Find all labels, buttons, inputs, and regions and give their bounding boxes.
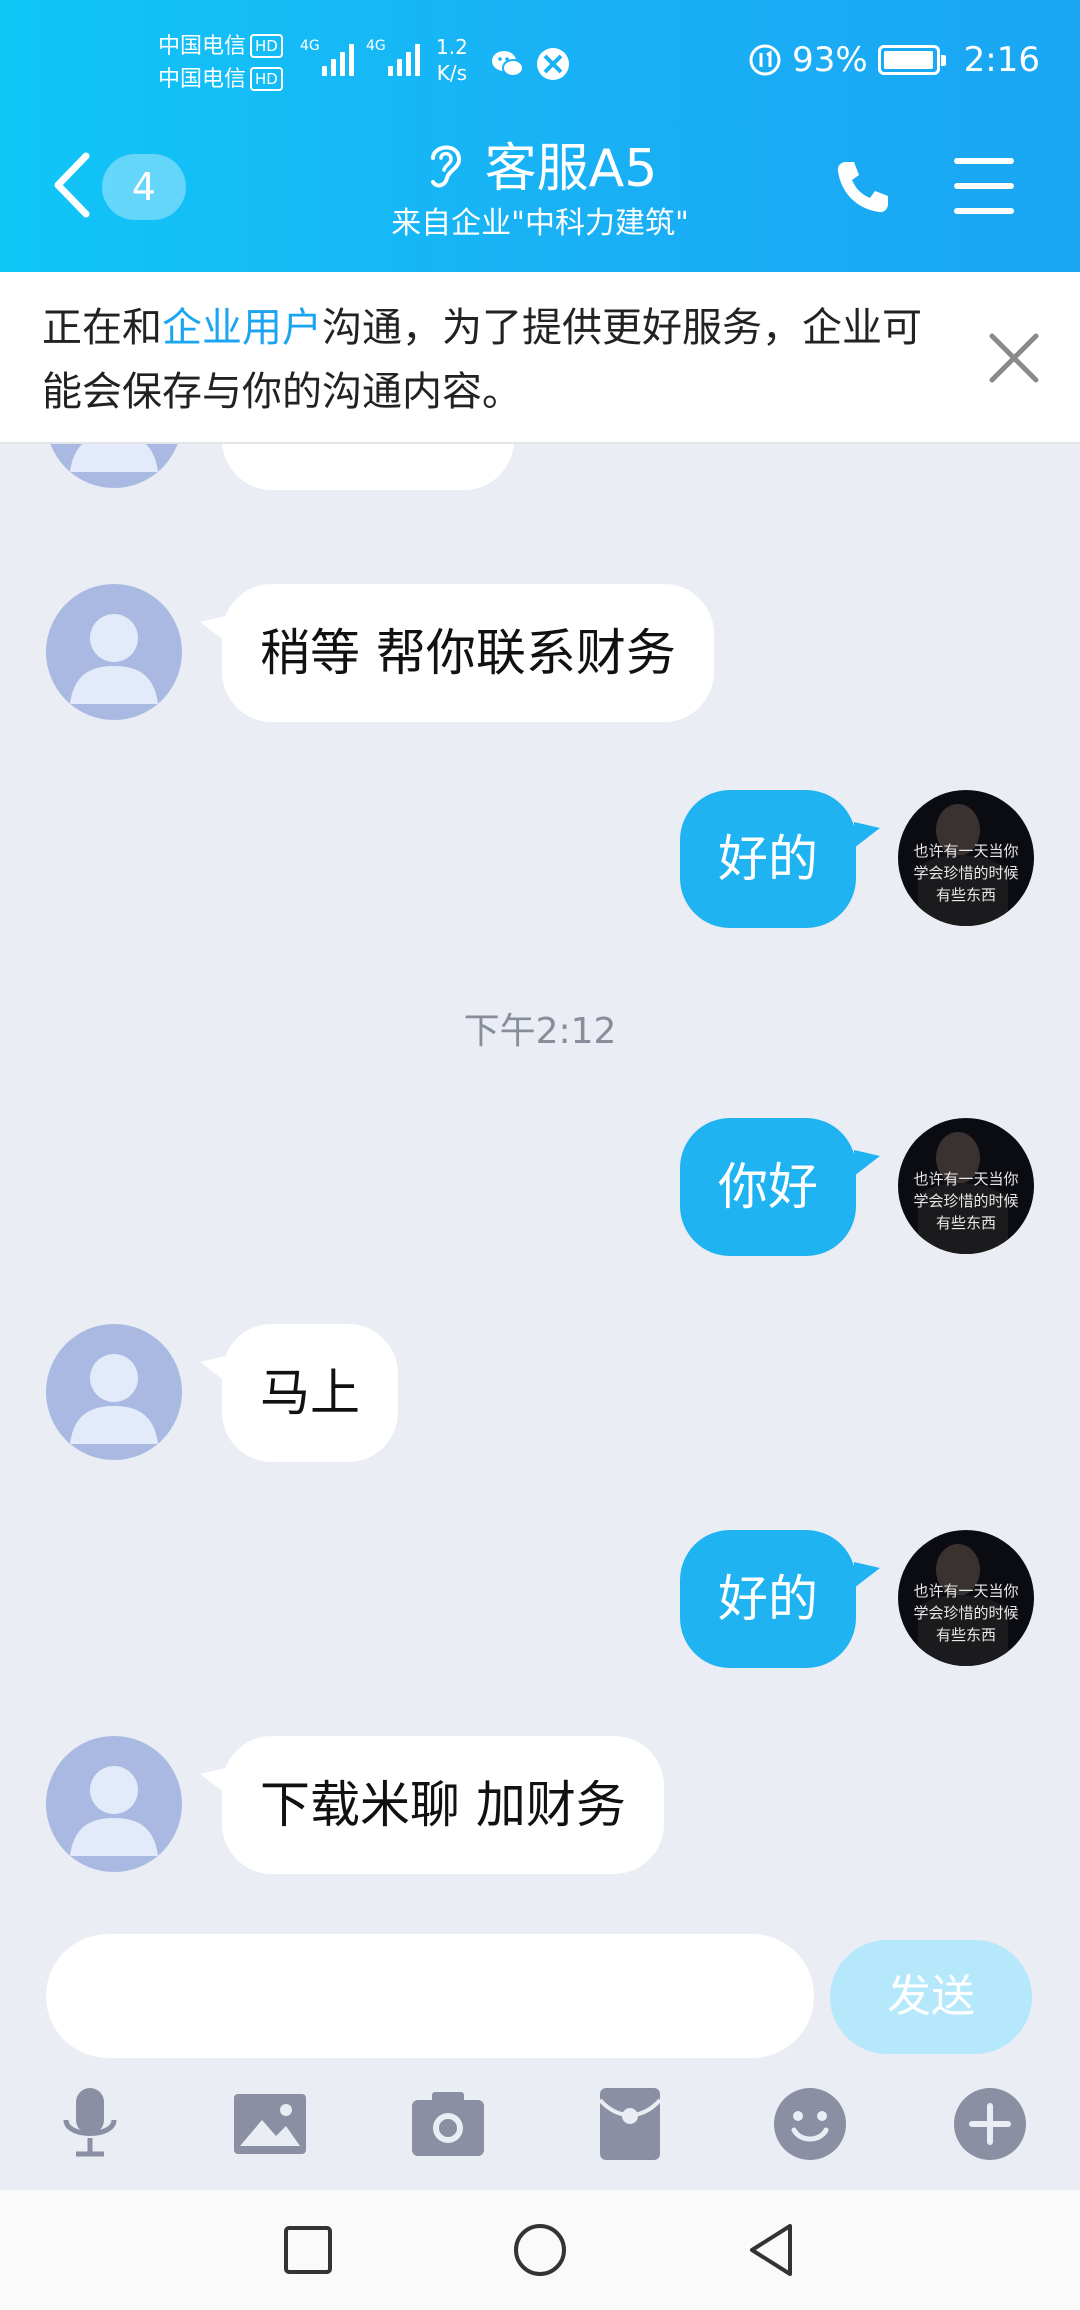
network-type-label: 4G (300, 38, 320, 54)
default-avatar-icon (70, 1354, 158, 1444)
svg-text:也许有一天当你: 也许有一天当你 (913, 1582, 1018, 1600)
page-title: 客服A5 (0, 136, 1080, 202)
default-avatar-icon (70, 444, 158, 472)
default-avatar-icon (70, 1766, 158, 1856)
svg-text:也许有一天当你: 也许有一天当你 (913, 1170, 1018, 1188)
privacy-notice: 正在和企业用户沟通，为了提供更好服务，企业可能会保存与你的沟通内容。 (0, 272, 1080, 444)
back-triangle-icon[interactable] (740, 2218, 804, 2282)
send-button[interactable]: 发送 (830, 1940, 1032, 2054)
svg-text:有些东西: 有些东西 (936, 886, 996, 904)
page-subtitle: 来自企业"中科力建筑" (391, 206, 689, 241)
timestamp: 下午2:12 (463, 1011, 617, 1052)
contact-avatar[interactable] (46, 444, 182, 488)
image-icon[interactable] (230, 2084, 310, 2164)
signal-icon (322, 40, 362, 76)
bubble-tail (854, 1150, 880, 1176)
carrier1-label: 中国电信 (158, 34, 247, 59)
close-icon[interactable] (988, 332, 1040, 384)
user-avatar-image: 也许有一天当你 学会珍惜的时候 有些东西 (913, 1544, 1019, 1666)
contact-avatar[interactable] (46, 584, 182, 720)
chat-header: 中国电信 HD 中国电信 HD 4G 4G 1.2 K/s 93% 2:16 4… (0, 0, 1080, 272)
svg-text:有些东西: 有些东西 (936, 1214, 996, 1232)
bubble-tail (854, 822, 880, 848)
carrier-info: 中国电信 HD 中国电信 HD (158, 30, 283, 96)
emoji-icon[interactable] (770, 2084, 850, 2164)
bubble-tail (854, 1562, 880, 1588)
signal-icon (388, 40, 428, 76)
message-bubble[interactable]: 你好 (680, 1118, 856, 1256)
title-text: 客服A5 (484, 139, 658, 199)
clock: 2:16 (963, 40, 1040, 80)
battery-percent: 93% (792, 40, 868, 80)
composer-toolbar (0, 2084, 1080, 2184)
user-avatar[interactable]: 也许有一天当你 学会珍惜的时候 有些东西 (898, 790, 1034, 926)
user-avatar-image: 也许有一天当你 学会珍惜的时候 有些东西 (913, 804, 1019, 926)
status-bar: 中国电信 HD 中国电信 HD 4G 4G 1.2 K/s 93% 2:16 (0, 0, 1080, 120)
network-type-label: 4G (366, 38, 386, 54)
red-packet-icon[interactable] (590, 2084, 670, 2164)
user-avatar-image: 也许有一天当你 学会珍惜的时候 有些东西 (913, 1132, 1019, 1254)
svg-text:也许有一天当你: 也许有一天当你 (913, 842, 1018, 860)
menu-icon[interactable] (954, 158, 1014, 214)
hd-badge: HD (250, 34, 283, 58)
phone-call-icon[interactable] (832, 156, 894, 218)
message-bubble[interactable]: 好的 (680, 1530, 856, 1668)
composer: 发送 (0, 1924, 1080, 2190)
carrier2-label: 中国电信 (158, 67, 247, 92)
message-bubble[interactable]: 稍等 帮你联系财务 (222, 584, 714, 722)
hd-badge: HD (250, 67, 283, 91)
system-nav-bar (0, 2190, 1080, 2310)
camera-icon[interactable] (408, 2084, 488, 2164)
status-right: 93% 2:16 (748, 40, 1040, 80)
plus-icon[interactable] (950, 2084, 1030, 2164)
default-avatar-icon (70, 614, 158, 704)
notice-highlight: 企业用户 (162, 305, 322, 351)
ear-icon (430, 145, 461, 188)
svg-text:学会珍惜的时候: 学会珍惜的时候 (913, 1192, 1018, 1210)
contact-avatar[interactable] (46, 1736, 182, 1872)
message-bubble[interactable]: 好的 稍等 (222, 444, 514, 490)
title-area: 客服A5 来自企业"中科力建筑" (0, 136, 1080, 244)
contact-avatar[interactable] (46, 1324, 182, 1460)
message-bubble[interactable]: 马上 (222, 1324, 398, 1462)
battery-icon (877, 45, 946, 75)
data-saver-icon (749, 44, 781, 76)
svg-text:有些东西: 有些东西 (936, 1626, 996, 1644)
message-input[interactable] (46, 1934, 814, 2058)
user-avatar[interactable]: 也许有一天当你 学会珍惜的时候 有些东西 (898, 1118, 1034, 1254)
svg-text:学会珍惜的时候: 学会珍惜的时候 (913, 864, 1018, 882)
net-speed: 1.2 K/s (436, 35, 468, 85)
notice-text: 正在和企业用户沟通，为了提供更好服务，企业可能会保存与你的沟通内容。 (42, 305, 922, 415)
recents-square-icon[interactable] (276, 2218, 340, 2282)
wechat-icon (492, 51, 524, 77)
home-circle-icon[interactable] (508, 2218, 572, 2282)
user-avatar[interactable]: 也许有一天当你 学会珍惜的时候 有些东西 (898, 1530, 1034, 1666)
svg-text:学会珍惜的时候: 学会珍惜的时候 (913, 1604, 1018, 1622)
message-list[interactable]: 好的 稍等 稍等 帮你联系财务 好的 也许有一天当你 学会珍惜的时候 有些东西 … (0, 444, 1080, 1924)
microphone-icon[interactable] (50, 2084, 130, 2164)
app-notification-icon (537, 48, 569, 80)
message-bubble[interactable]: 下载米聊 加财务 (222, 1736, 664, 1874)
message-bubble[interactable]: 好的 (680, 790, 856, 928)
